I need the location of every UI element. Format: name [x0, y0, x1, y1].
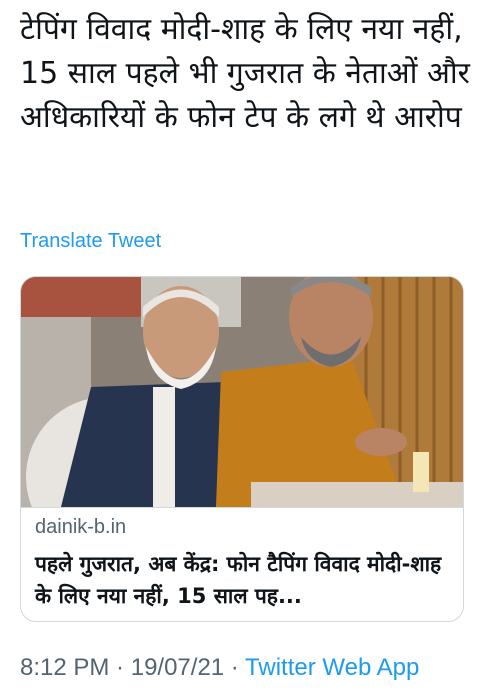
meta-separator: · — [109, 654, 131, 681]
card-domain: dainik-b.in — [35, 516, 127, 538]
tweet-meta: 8:12 PM · 19/07/21 · Twitter Web App — [20, 654, 419, 682]
card-body: dainik-b.in पहले गुजरात, अब केंद्र: फोन … — [21, 507, 463, 621]
tweet-date[interactable]: 19/07/21 — [131, 654, 224, 681]
link-preview-card[interactable]: dainik-b.in पहले गुजरात, अब केंद्र: फोन … — [20, 276, 464, 622]
card-image[interactable] — [21, 277, 464, 507]
card-title: पहले गुजरात, अब केंद्र: फोन टैपिंग विवाद… — [35, 552, 442, 608]
tweet-time[interactable]: 8:12 PM — [20, 654, 109, 681]
tweet-text: टेपिंग विवाद मोदी-शाह के लिए नया नहीं, 1… — [20, 12, 470, 135]
meta-separator-2: · — [224, 654, 246, 681]
tweet-source-link[interactable]: Twitter Web App — [245, 654, 419, 681]
translate-tweet-link[interactable]: Translate Tweet — [20, 230, 161, 253]
